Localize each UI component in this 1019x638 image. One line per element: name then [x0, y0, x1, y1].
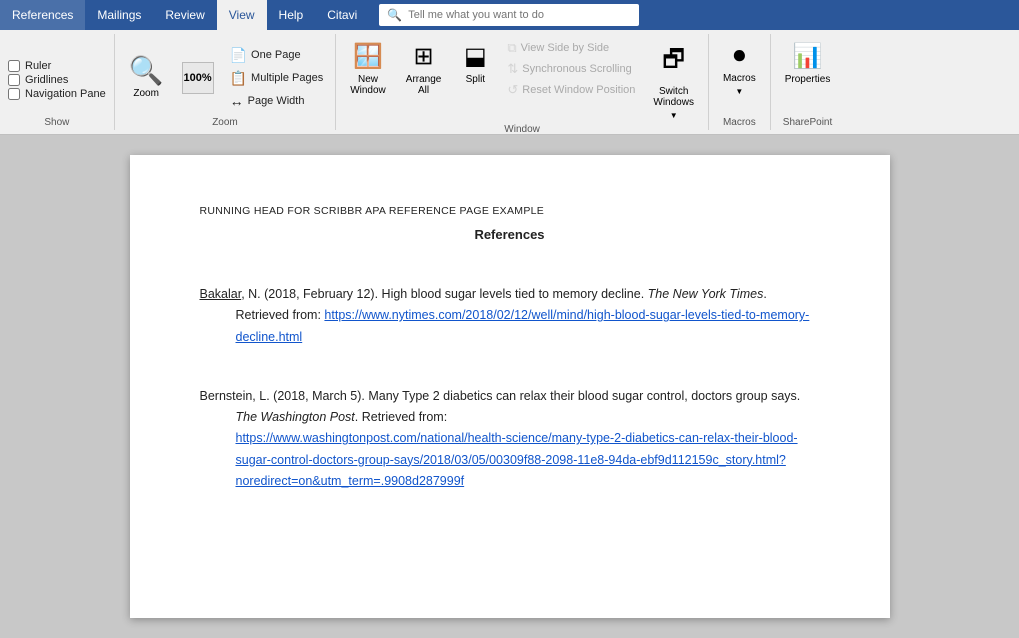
search-input[interactable]	[408, 9, 628, 21]
document-area: RUNNING HEAD FOR SCRIBBR APA REFERENCE P…	[0, 135, 1019, 638]
multiple-pages-icon: 📋	[230, 70, 247, 87]
tab-help[interactable]: Help	[267, 0, 316, 30]
ref1-author: Bakalar	[200, 287, 242, 301]
arrange-all-button[interactable]: ⊞ ArrangeAll	[400, 38, 448, 100]
zoom-group-label: Zoom	[212, 117, 238, 130]
macros-icon: ⏺	[733, 42, 745, 70]
search-box[interactable]: 🔍	[379, 4, 639, 26]
window-group-content: 🪟 NewWindow ⊞ ArrangeAll ⬓ Split ⧉ View …	[344, 34, 700, 124]
reference-entry-1: Bakalar, N. (2018, February 12). High bl…	[200, 284, 820, 348]
zoom-icon: 🔍	[129, 57, 164, 85]
ribbon: Ruler Gridlines Navigation Pane Show 🔍 Z…	[0, 30, 1019, 135]
zoom-button[interactable]: 🔍 Zoom	[123, 53, 170, 103]
split-icon: ⬓	[464, 42, 487, 71]
sharepoint-group: 📊 Properties SharePoint	[771, 34, 845, 130]
view-side-by-side-button[interactable]: ⧉ View Side by Side	[503, 38, 639, 58]
ruler-check[interactable]	[8, 60, 20, 72]
properties-button[interactable]: 📊 Properties	[779, 38, 837, 89]
search-area: 🔍	[369, 0, 1019, 30]
reference-entry-2: Bernstein, L. (2018, March 5). Many Type…	[200, 386, 820, 492]
multiple-pages-button[interactable]: 📋 Multiple Pages	[226, 68, 328, 89]
running-head: RUNNING HEAD FOR SCRIBBR APA REFERENCE P…	[200, 205, 820, 217]
synchronous-scrolling-button[interactable]: ⇅ Synchronous Scrolling	[503, 59, 639, 79]
macros-button[interactable]: ⏺ Macros ▼	[717, 38, 762, 100]
ref2-text: Bernstein, L. (2018, March 5). Many Type…	[200, 389, 801, 488]
ref1-text-mid: , N. (2018, February 12). High blood sug…	[236, 287, 810, 344]
ribbon-tabs-row: References Mailings Review View Help Cit…	[0, 0, 1019, 30]
zoom-label: Zoom	[133, 88, 159, 99]
reset-window-position-button[interactable]: ↺ Reset Window Position	[503, 80, 639, 100]
switch-windows-icon: 🗗	[662, 42, 685, 83]
references-heading: References	[200, 227, 820, 242]
gridlines-check[interactable]	[8, 74, 20, 86]
sync-scroll-icon: ⇅	[507, 61, 518, 77]
document-page: RUNNING HEAD FOR SCRIBBR APA REFERENCE P…	[130, 155, 890, 618]
zoom-percent-icon: 100%	[182, 62, 214, 94]
one-page-button[interactable]: 📄 One Page	[226, 45, 328, 66]
new-window-button[interactable]: 🪟 NewWindow	[344, 38, 392, 100]
zoom-percent-button[interactable]: 100%	[176, 58, 220, 98]
ref1-link[interactable]: https://www.nytimes.com/2018/02/12/well/…	[236, 308, 810, 343]
window-group: 🪟 NewWindow ⊞ ArrangeAll ⬓ Split ⧉ View …	[336, 34, 709, 130]
split-button[interactable]: ⬓ Split	[455, 38, 495, 89]
show-group: Ruler Gridlines Navigation Pane Show	[0, 34, 115, 130]
macros-group: ⏺ Macros ▼ Macros	[709, 34, 771, 130]
reset-window-icon: ↺	[507, 82, 518, 98]
one-page-icon: 📄	[230, 47, 247, 64]
macros-group-content: ⏺ Macros ▼	[717, 34, 762, 117]
tab-references[interactable]: References	[0, 0, 85, 30]
arrange-all-icon: ⊞	[414, 42, 434, 71]
show-group-label: Show	[44, 117, 69, 130]
tab-mailings[interactable]: Mailings	[85, 0, 153, 30]
tab-review[interactable]: Review	[153, 0, 216, 30]
nav-pane-checkbox[interactable]: Navigation Pane	[8, 88, 106, 100]
ref2-link[interactable]: https://www.washingtonpost.com/national/…	[236, 431, 798, 488]
tab-view[interactable]: View	[217, 0, 267, 30]
show-group-content: Ruler Gridlines Navigation Pane	[8, 34, 106, 117]
page-width-icon: ↔	[230, 93, 244, 109]
nav-pane-check[interactable]	[8, 88, 20, 100]
macros-group-label: Macros	[723, 117, 756, 130]
new-window-icon: 🪟	[353, 42, 383, 71]
window-group-label: Window	[504, 124, 540, 137]
page-width-button[interactable]: ↔ Page Width	[226, 91, 328, 111]
zoom-options-col: 📄 One Page 📋 Multiple Pages ↔ Page Width	[226, 45, 328, 111]
window-options-col: ⧉ View Side by Side ⇅ Synchronous Scroll…	[503, 38, 639, 100]
gridlines-checkbox[interactable]: Gridlines	[8, 74, 68, 86]
sharepoint-group-content: 📊 Properties	[779, 34, 837, 117]
properties-icon: 📊	[793, 42, 823, 71]
switch-windows-button[interactable]: 🗗 SwitchWindows ▼	[647, 38, 700, 124]
ruler-checkbox[interactable]: Ruler	[8, 60, 51, 72]
tab-citavi[interactable]: Citavi	[315, 0, 369, 30]
zoom-group: 🔍 Zoom 100% 📄 One Page 📋 Multiple Pages	[115, 34, 336, 130]
zoom-group-content: 🔍 Zoom 100% 📄 One Page 📋 Multiple Pages	[123, 34, 327, 117]
view-side-icon: ⧉	[507, 40, 516, 56]
sharepoint-group-label: SharePoint	[783, 117, 832, 130]
search-icon: 🔍	[387, 8, 402, 22]
